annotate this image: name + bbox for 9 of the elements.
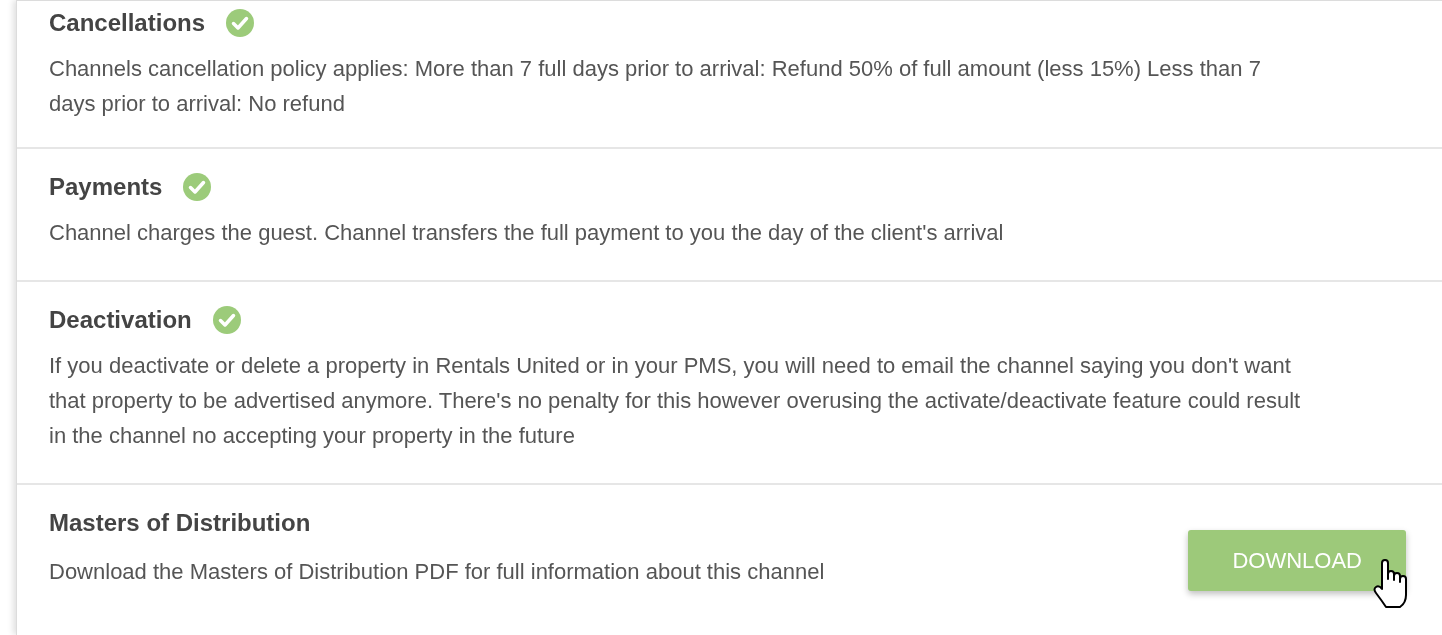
section-heading: Masters of Distribution <box>49 508 311 538</box>
section-description: Download the Masters of Distribution PDF for full information about this channel <box>49 557 825 586</box>
section-heading: Cancellations <box>49 8 206 38</box>
section-description: Channel charges the guest. Channel transfers the full payment to you the day of the client's arrival <box>49 219 1004 247</box>
section-heading: Deactivation <box>49 305 192 335</box>
section-heading: Payments <box>49 172 163 202</box>
download-button[interactable]: DOWNLOAD <box>1188 530 1406 591</box>
section-description: Channels cancellation policy applies: More than 7 full days prior to arrival: Refund 50% of full amount (less 15%) Less than 7 days prior to arrival: No refund <box>49 55 1262 118</box>
section-description: If you deactivate or delete a property in Rentals United or in your PMS, you will need to email the channel saying you don't want that property to be advertised anymore. There's no penalty for this however overusing the activate/deactivate feature could result in the channel no accepting your property in the future <box>49 352 1302 450</box>
